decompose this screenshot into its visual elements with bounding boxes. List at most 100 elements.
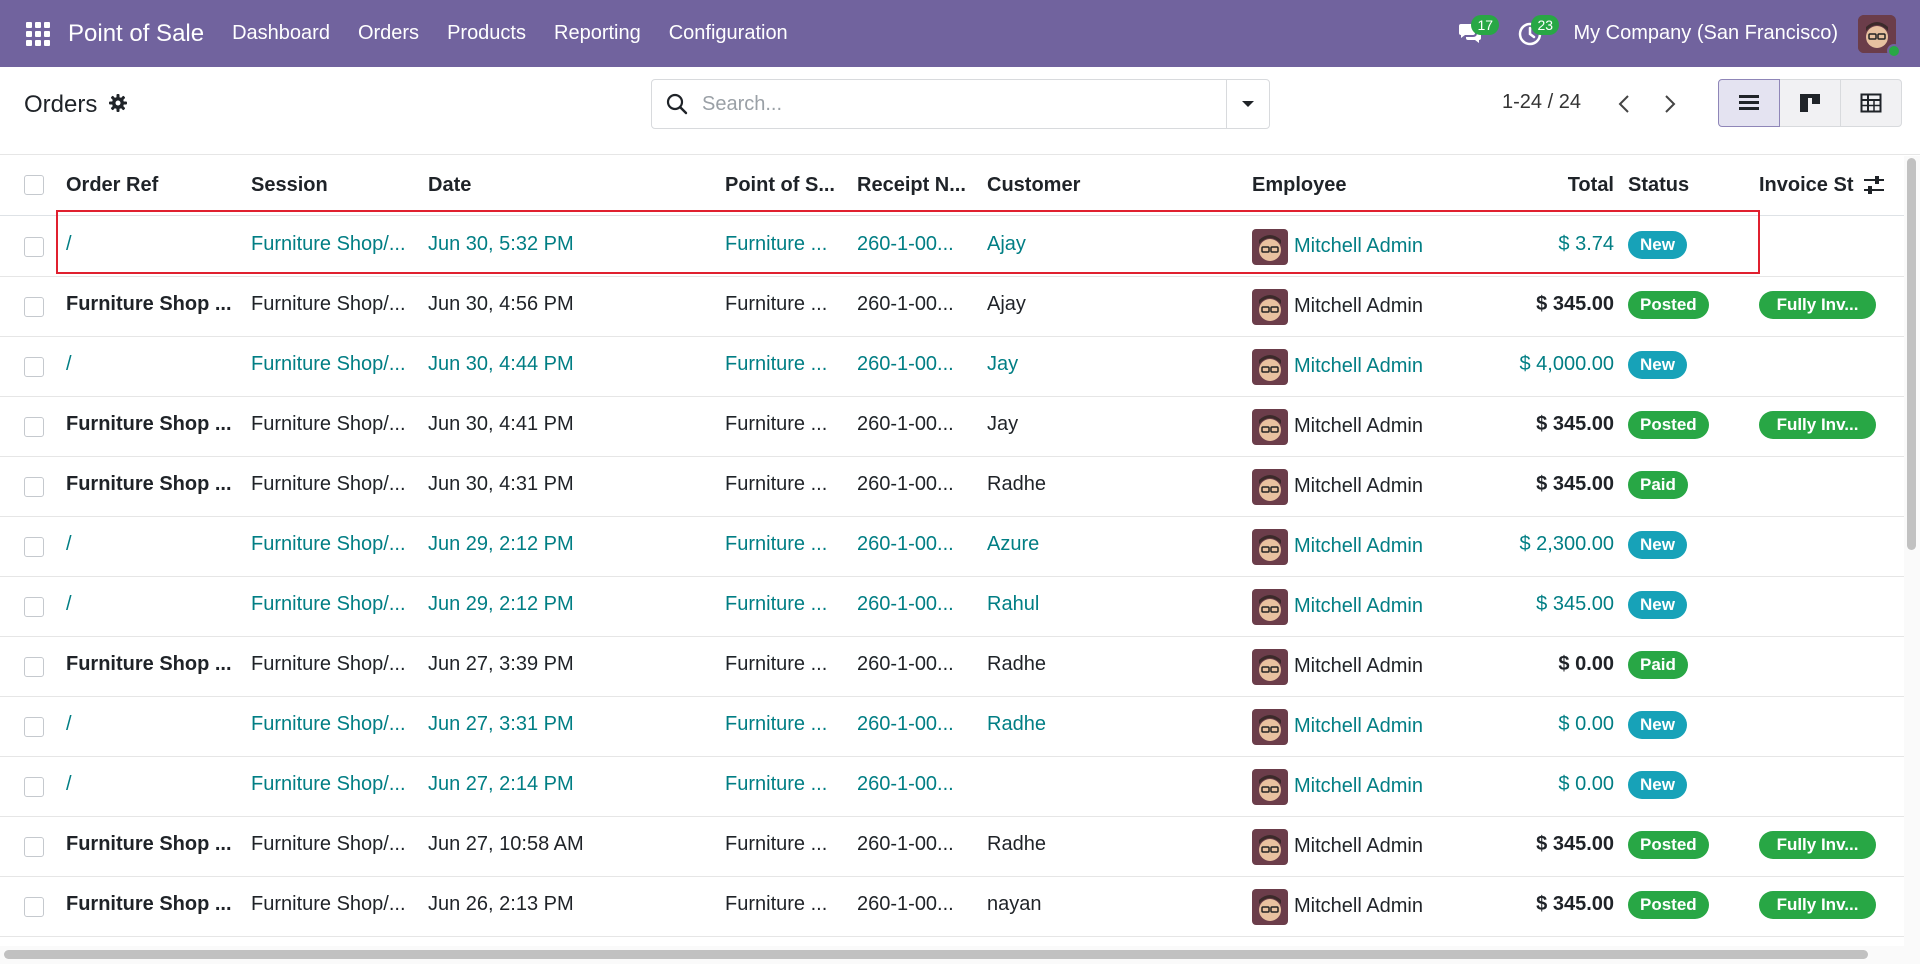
- column-date[interactable]: Date: [428, 174, 471, 197]
- top-navbar: Point of Sale Dashboard Orders Products …: [0, 0, 1920, 67]
- date-cell: Jun 29, 2:12 PM: [428, 533, 574, 555]
- optional-columns-toggle[interactable]: [1862, 174, 1886, 201]
- order-ref-cell[interactable]: Furniture Shop ...: [66, 413, 241, 436]
- date-cell: Jun 29, 2:12 PM: [428, 593, 574, 615]
- column-receipt-number[interactable]: Receipt N...: [857, 174, 966, 197]
- row-checkbox[interactable]: [24, 777, 44, 797]
- caret-down-icon: [1242, 101, 1254, 107]
- search-options-toggle[interactable]: [1226, 80, 1269, 128]
- row-checkbox[interactable]: [24, 537, 44, 557]
- column-invoice-status[interactable]: Invoice St: [1759, 174, 1853, 197]
- menu-products[interactable]: Products: [447, 22, 526, 45]
- company-switcher[interactable]: My Company (San Francisco): [1573, 22, 1838, 45]
- search-input[interactable]: [702, 92, 1202, 116]
- table-row[interactable]: / Furniture Shop/... Jun 30, 4:44 PM Furnit…: [0, 337, 1904, 397]
- row-checkbox[interactable]: [24, 897, 44, 917]
- column-employee[interactable]: Employee: [1252, 174, 1346, 197]
- row-checkbox[interactable]: [24, 597, 44, 617]
- total-cell: $ 345.00: [1536, 473, 1614, 495]
- column-session[interactable]: Session: [251, 174, 328, 197]
- employee-face-icon: [1259, 775, 1281, 801]
- receipt-number-cell: 260-1-00...: [857, 893, 954, 915]
- receipt-number-cell: 260-1-00...: [857, 773, 954, 795]
- date-cell: Jun 27, 3:39 PM: [428, 653, 574, 675]
- list-view-button[interactable]: [1718, 79, 1780, 127]
- order-ref-cell[interactable]: /: [66, 353, 241, 376]
- column-customer[interactable]: Customer: [987, 174, 1080, 197]
- table-row[interactable]: Furniture Shop ... Furniture Shop/... Jun …: [0, 817, 1904, 877]
- messages-button[interactable]: 17: [1453, 14, 1500, 51]
- select-all-checkbox[interactable]: [24, 175, 44, 195]
- column-point-of-sale[interactable]: Point of S...: [725, 174, 835, 197]
- order-ref-cell[interactable]: Furniture Shop ...: [66, 833, 241, 856]
- employee-face-icon: [1259, 535, 1281, 561]
- status-badge: Posted: [1628, 411, 1709, 439]
- employee-cell: Mitchell Admin: [1294, 895, 1423, 917]
- table-row[interactable]: / Furniture Shop/... Jun 29, 2:12 PM Furnit…: [0, 577, 1904, 637]
- status-badge: Paid: [1628, 651, 1688, 679]
- table-row[interactable]: Furniture Shop ... Furniture Shop/... Jun …: [0, 397, 1904, 457]
- order-ref-cell[interactable]: /: [66, 593, 241, 616]
- table-row[interactable]: / Furniture Shop/... Jun 29, 2:12 PM Furnit…: [0, 517, 1904, 577]
- page-title: Orders: [24, 91, 98, 118]
- row-checkbox[interactable]: [24, 837, 44, 857]
- menu-reporting[interactable]: Reporting: [554, 22, 641, 45]
- point-of-sale-cell: Furniture ...: [725, 653, 828, 675]
- employee-face-icon: [1259, 295, 1281, 321]
- column-total[interactable]: Total: [1500, 174, 1614, 197]
- horizontal-scrollbar[interactable]: [0, 946, 1920, 964]
- receipt-number-cell: 260-1-00...: [857, 653, 954, 675]
- total-cell: $ 0.00: [1558, 773, 1614, 795]
- column-status[interactable]: Status: [1628, 174, 1689, 197]
- table-row[interactable]: / Furniture Shop/... Jun 27, 2:14 PM Furnit…: [0, 757, 1904, 817]
- table-row[interactable]: / Furniture Shop/... Jun 30, 5:32 PM Furnit…: [0, 217, 1904, 277]
- table-row[interactable]: Furniture Shop ... Furniture Shop/... Jun …: [0, 637, 1904, 697]
- pager-previous-button[interactable]: [1612, 89, 1636, 119]
- table-row[interactable]: Furniture Shop ... Furniture Shop/... Jun …: [0, 877, 1904, 937]
- app-name[interactable]: Point of Sale: [68, 20, 204, 48]
- row-checkbox[interactable]: [24, 357, 44, 377]
- order-ref-cell[interactable]: Furniture Shop ...: [66, 293, 241, 316]
- order-ref-cell[interactable]: /: [66, 533, 241, 556]
- vertical-scrollbar[interactable]: [1904, 156, 1920, 946]
- kanban-view-button[interactable]: [1779, 79, 1841, 127]
- gear-icon[interactable]: [108, 93, 128, 118]
- order-ref-cell[interactable]: /: [66, 713, 241, 736]
- order-ref-cell[interactable]: Furniture Shop ...: [66, 473, 241, 496]
- session-cell: Furniture Shop/...: [251, 413, 406, 435]
- row-checkbox[interactable]: [24, 657, 44, 677]
- row-checkbox[interactable]: [24, 417, 44, 437]
- horizontal-scrollbar-thumb[interactable]: [4, 950, 1868, 959]
- row-checkbox[interactable]: [24, 477, 44, 497]
- table-row[interactable]: Furniture Shop ... Furniture Shop/... Jun …: [0, 457, 1904, 517]
- employee-avatar: [1252, 769, 1288, 805]
- employee-face-icon: [1259, 355, 1281, 381]
- menu-dashboard[interactable]: Dashboard: [232, 22, 330, 45]
- total-cell: $ 345.00: [1536, 293, 1614, 315]
- vertical-scrollbar-thumb[interactable]: [1907, 158, 1916, 550]
- search-bar: [651, 79, 1270, 129]
- column-order-ref[interactable]: Order Ref: [66, 174, 158, 197]
- row-checkbox[interactable]: [24, 297, 44, 317]
- pager-next-button[interactable]: [1658, 89, 1682, 119]
- activities-button[interactable]: 23: [1513, 14, 1560, 51]
- order-ref-cell[interactable]: Furniture Shop ...: [66, 653, 241, 676]
- point-of-sale-cell: Furniture ...: [725, 353, 828, 375]
- menu-configuration[interactable]: Configuration: [669, 22, 788, 45]
- pager-value[interactable]: 1-24 / 24: [1502, 91, 1581, 114]
- session-cell: Furniture Shop/...: [251, 533, 406, 555]
- user-avatar[interactable]: [1858, 14, 1901, 58]
- order-ref-cell[interactable]: /: [66, 233, 241, 256]
- app-menu-grid-icon[interactable]: [24, 20, 52, 48]
- employee-avatar: [1252, 229, 1288, 265]
- order-ref-cell[interactable]: Furniture Shop ...: [66, 893, 241, 916]
- row-checkbox[interactable]: [24, 237, 44, 257]
- pivot-view-button[interactable]: [1840, 79, 1902, 127]
- row-checkbox[interactable]: [24, 717, 44, 737]
- order-ref-cell[interactable]: /: [66, 773, 241, 796]
- date-cell: Jun 26, 2:13 PM: [428, 893, 574, 915]
- menu-orders[interactable]: Orders: [358, 22, 419, 45]
- table-row[interactable]: Furniture Shop ... Furniture Shop/... Jun …: [0, 277, 1904, 337]
- date-cell: Jun 30, 4:56 PM: [428, 293, 574, 315]
- table-row[interactable]: / Furniture Shop/... Jun 27, 3:31 PM Furnit…: [0, 697, 1904, 757]
